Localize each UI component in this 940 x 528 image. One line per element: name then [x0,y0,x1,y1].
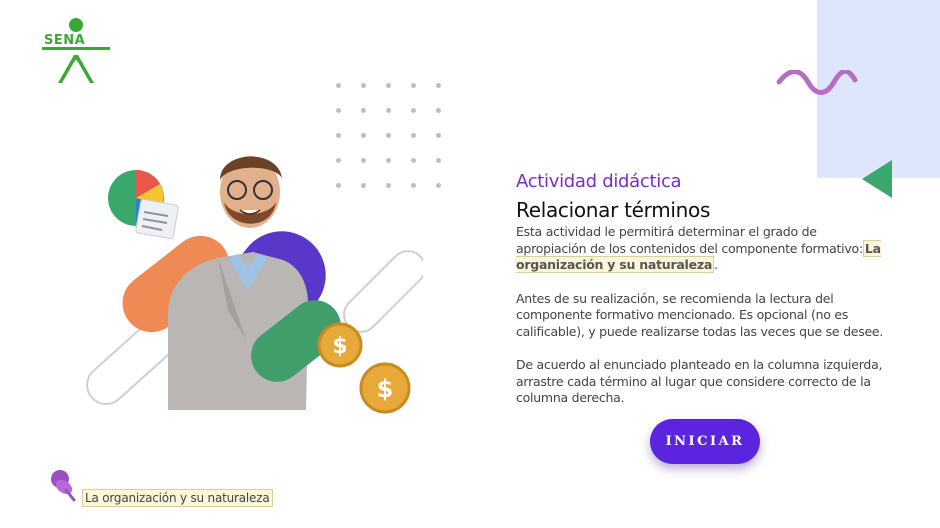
decor-dot [386,83,391,88]
sena-logo: SENA [40,17,112,85]
svg-text:$: $ [332,334,347,359]
pushpin-icon [51,470,76,502]
wave-squiggle-icon [776,70,858,95]
decor-dot [411,108,416,113]
activity-recommendation: Antes de su realización, se recomienda l… [516,290,884,339]
description-period: . [714,257,718,272]
logo-text: SENA [44,33,86,48]
decor-dot [336,83,341,88]
decor-dot [361,108,366,113]
activity-description: Esta actividad le permitirá determinar e… [516,224,886,274]
decor-dot [336,133,341,138]
start-button[interactable]: INICIAR [650,419,760,464]
activity-content: Actividad didáctica Relacionar términos … [516,170,886,407]
decor-dot [436,158,441,163]
decor-dot [436,183,441,188]
decor-dot [386,133,391,138]
decor-dot [336,108,341,113]
footer-component-label: La organización y su naturaleza [82,489,273,507]
hero-illustration: $ $ [86,156,423,414]
decor-dot [436,83,441,88]
activity-title: Relacionar términos [516,198,711,222]
decor-dot [386,108,391,113]
sena-logo-icon [42,18,110,83]
decor-dot [411,133,416,138]
activity-subtitle: Actividad didáctica [516,171,682,192]
decor-dot [361,83,366,88]
decor-dot [361,133,366,138]
svg-text:$: $ [377,375,394,403]
decor-dot [436,108,441,113]
decor-dot [436,133,441,138]
description-text: Esta actividad le permitirá determinar e… [516,224,863,256]
decor-dot [411,83,416,88]
activity-instructions: De acuerdo al enunciado planteado en la … [516,357,883,405]
